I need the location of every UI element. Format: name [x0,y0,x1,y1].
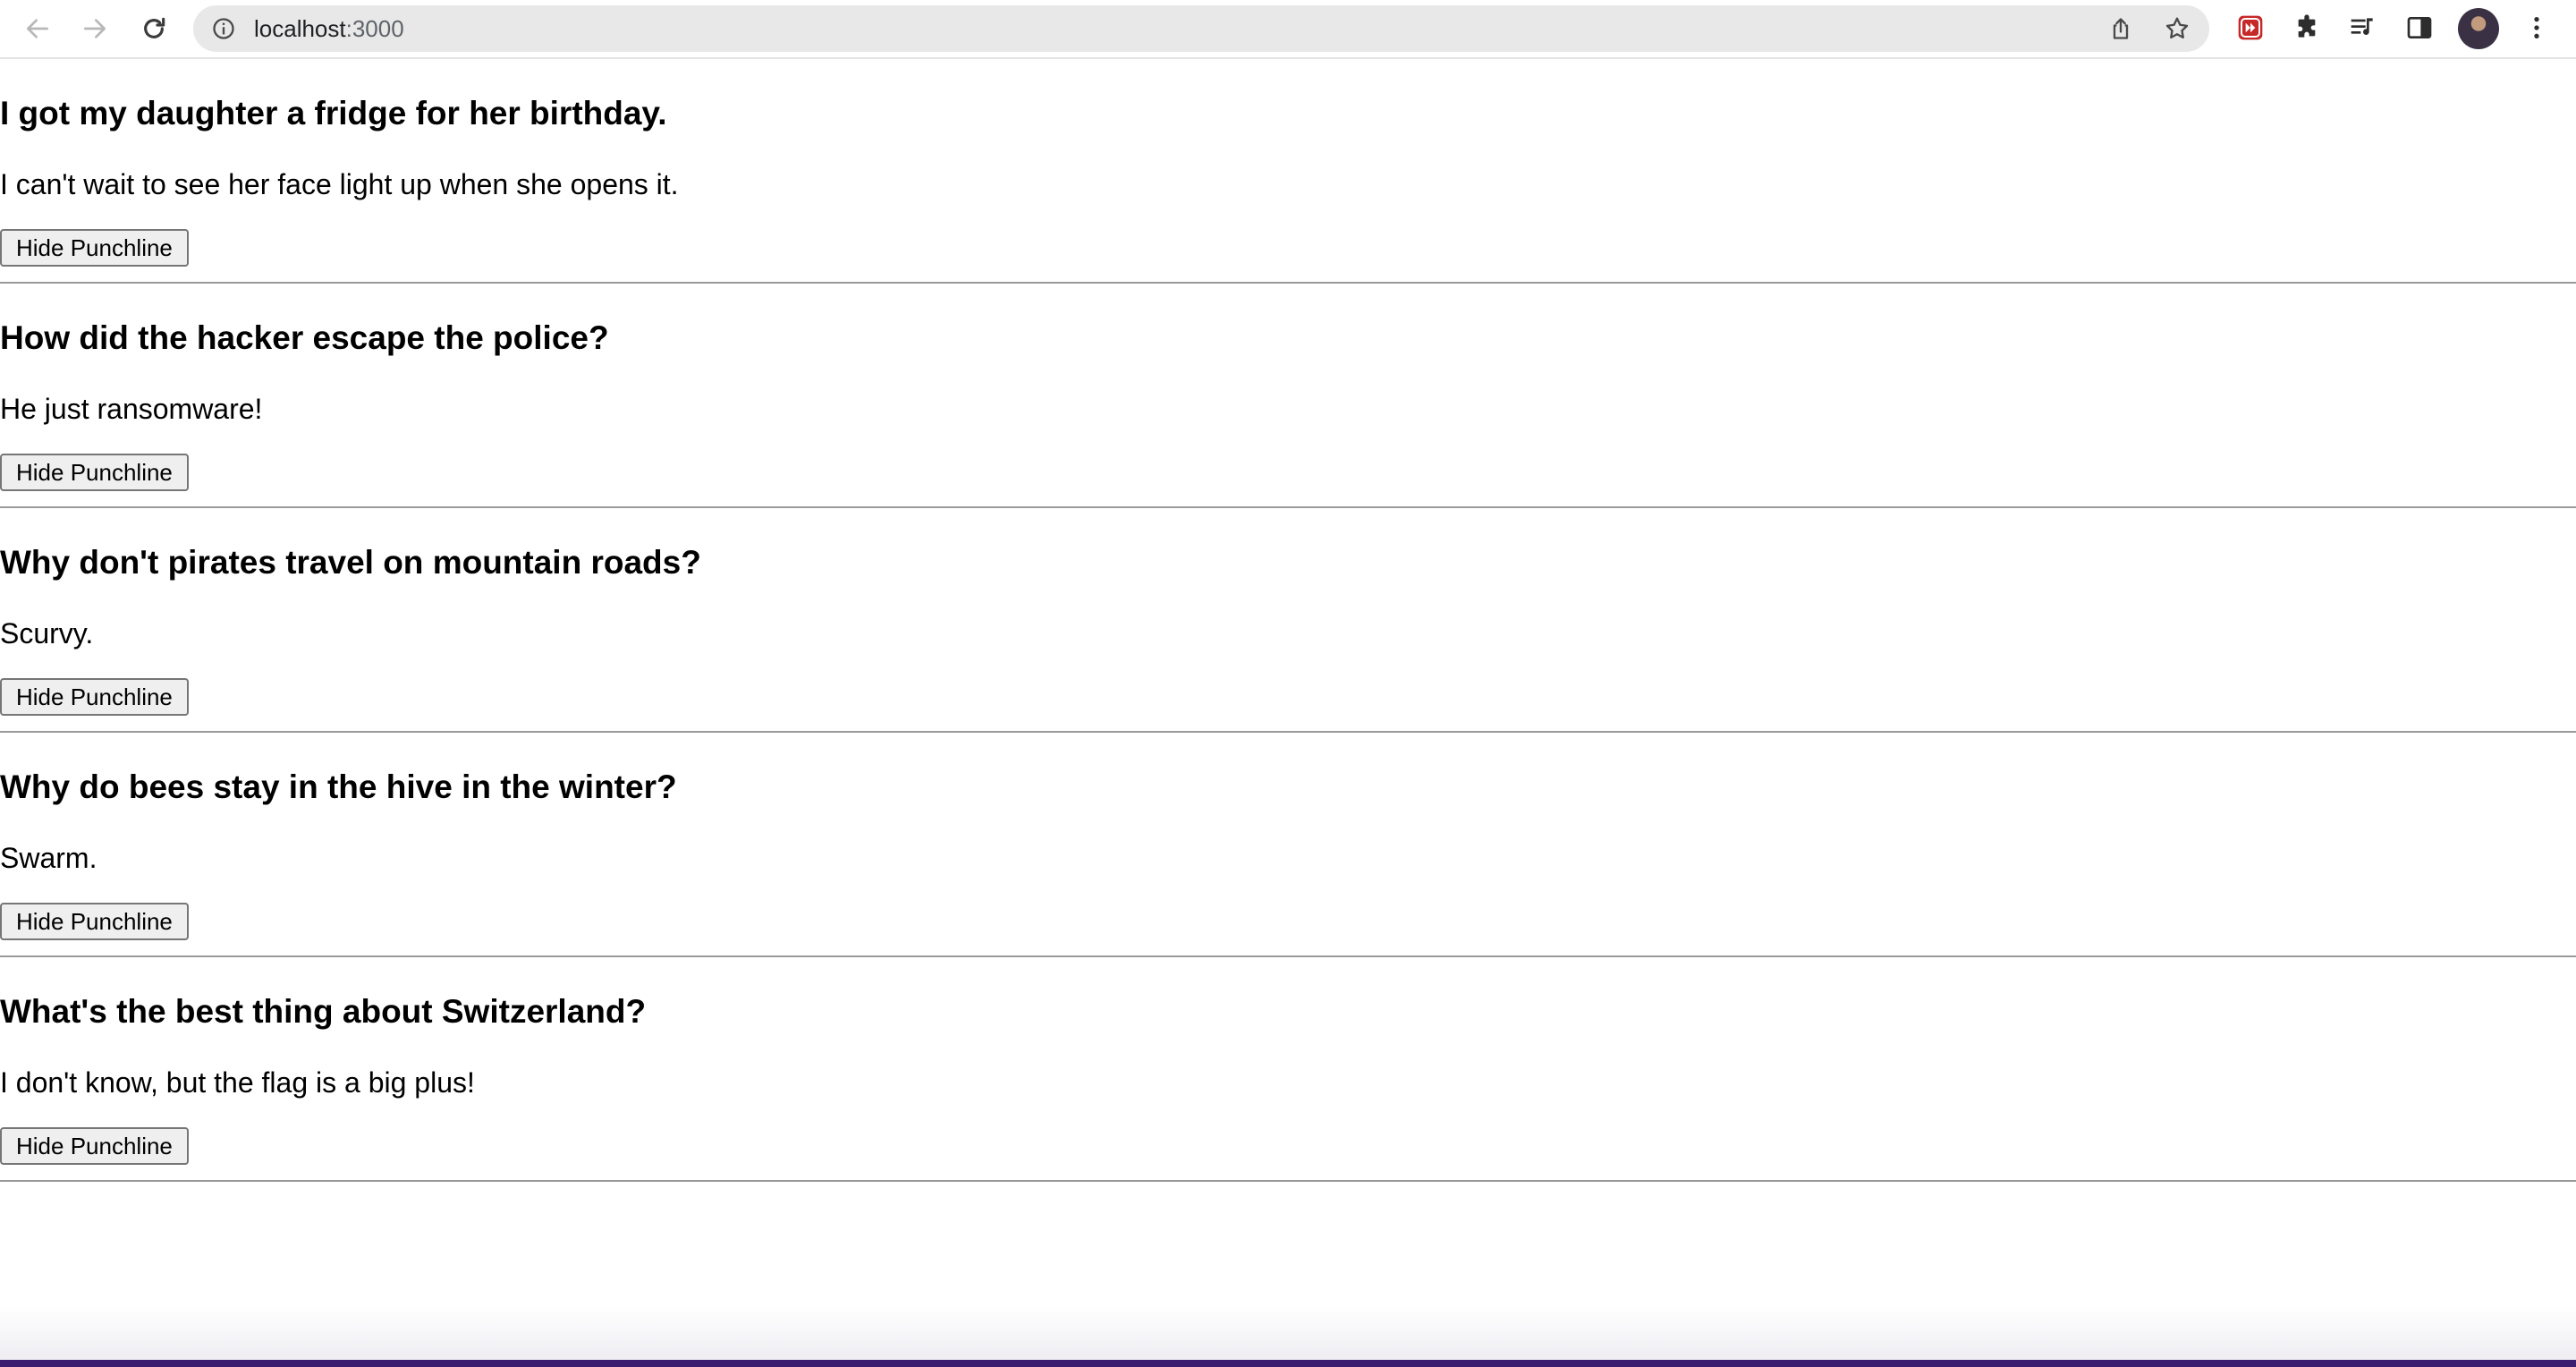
reload-button[interactable] [134,9,174,48]
reload-icon [140,14,168,43]
address-bar[interactable]: localhost:3000 [193,5,2209,52]
joke-punchline: I can't wait to see her face light up wh… [0,168,679,200]
avatar[interactable] [2458,8,2499,49]
back-button[interactable] [18,9,57,48]
media-button[interactable] [2343,10,2383,49]
joke-item: Why don't pirates travel on mountain roa… [0,508,2576,733]
menu-button[interactable] [2517,10,2556,49]
joke-setup: What's the best thing about Switzerland? [0,993,647,1030]
joke-item: What's the best thing about Switzerland?… [0,957,2576,1182]
joke-item: Why do bees stay in the hive in the wint… [0,733,2576,957]
info-icon[interactable] [211,16,236,41]
url-text[interactable]: localhost:3000 [254,5,404,52]
url-host: localhost [254,15,346,42]
forward-arrow-icon [80,14,109,43]
joke-setup: Why do bees stay in the hive in the wint… [0,768,677,805]
hide-punchline-button[interactable]: Hide Punchline [0,678,189,716]
url-port: :3000 [345,15,404,42]
extensions-button[interactable] [2287,10,2326,49]
share-icon[interactable] [2105,13,2137,45]
puzzle-icon [2292,13,2321,47]
hide-punchline-button[interactable]: Hide Punchline [0,229,189,267]
side-panel-button[interactable] [2400,10,2439,49]
joke-item: I got my daughter a fridge for her birth… [0,59,2576,284]
red-extension-icon [2236,13,2265,47]
joke-setup: I got my daughter a fridge for her birth… [0,95,667,132]
joke-punchline: I don't know, but the flag is a big plus… [0,1066,475,1099]
forward-button[interactable] [75,9,114,48]
desktop-edge [0,1360,2576,1367]
joke-punchline: Swarm. [0,842,97,874]
hide-punchline-button[interactable]: Hide Punchline [0,1127,189,1165]
hide-punchline-button[interactable]: Hide Punchline [0,903,189,940]
side-panel-icon [2405,13,2434,47]
back-arrow-icon [23,14,52,43]
kebab-menu-icon [2522,13,2551,47]
red-extension-button[interactable] [2231,10,2270,49]
joke-setup: How did the hacker escape the police? [0,319,609,356]
hide-punchline-button[interactable]: Hide Punchline [0,454,189,491]
media-playlist-icon [2349,13,2377,47]
joke-punchline: He just ransomware! [0,393,263,425]
browser-toolbar: localhost:3000 [0,0,2576,59]
joke-punchline: Scurvy. [0,617,94,650]
page-content: I got my daughter a fridge for her birth… [0,59,2576,1367]
joke-setup: Why don't pirates travel on mountain roa… [0,544,701,581]
star-icon[interactable] [2161,13,2193,45]
joke-item: How did the hacker escape the police? He… [0,284,2576,508]
window-bottom-shadow [0,1306,2576,1360]
